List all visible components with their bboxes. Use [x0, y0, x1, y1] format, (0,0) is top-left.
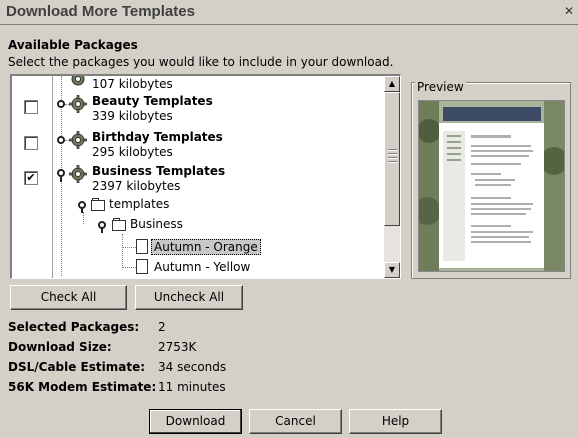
scroll-up-icon[interactable]: ▲	[384, 76, 400, 92]
download-size-label: Download Size:	[8, 340, 112, 354]
tree-line	[122, 234, 123, 268]
folder-icon	[112, 220, 126, 231]
package-size-birthday: 295 kilobytes	[92, 145, 173, 159]
gear-icon	[69, 95, 87, 113]
download-size-value: 2753K	[158, 340, 197, 354]
expand-pin-icon[interactable]	[57, 100, 65, 108]
cancel-button[interactable]: Cancel	[249, 409, 342, 434]
instruction-text: Select the packages you would like to in…	[8, 55, 394, 69]
folder-icon	[91, 200, 105, 211]
document-icon	[136, 239, 148, 254]
vertical-scrollbar[interactable]: ▲ ▼	[384, 76, 400, 278]
gear-icon	[71, 76, 85, 86]
checkbox-business[interactable]: ✔	[24, 171, 38, 185]
preview-label: Preview	[415, 80, 466, 94]
modem-estimate-value: 11 minutes	[158, 380, 226, 394]
folder-label-business: Business	[130, 217, 183, 231]
gear-icon	[69, 131, 87, 149]
package-size-business: 2397 kilobytes	[92, 179, 181, 193]
tree-connector	[122, 267, 136, 268]
help-button[interactable]: Help	[349, 409, 442, 434]
tree-line	[83, 212, 84, 224]
tree-connector	[122, 247, 136, 248]
uncheck-all-button[interactable]: Uncheck All	[135, 285, 243, 310]
checkbox-beauty[interactable]	[24, 100, 38, 114]
close-icon[interactable]: ✕	[563, 5, 575, 17]
window-title: Download More Templates	[6, 3, 195, 20]
package-list[interactable]: ✔ 107 kilobytes Beauty Templates 339 kil…	[10, 74, 401, 279]
package-title-beauty: Beauty Templates	[92, 94, 213, 108]
checkbox-birthday[interactable]	[24, 136, 38, 150]
package-title-birthday: Birthday Templates	[92, 130, 223, 144]
dsl-estimate-value: 34 seconds	[158, 360, 227, 374]
package-size-beauty: 339 kilobytes	[92, 109, 173, 123]
template-item-autumn-orange[interactable]: Autumn - Orange	[151, 239, 261, 255]
document-icon	[136, 259, 148, 274]
download-button[interactable]: Download	[149, 409, 242, 434]
package-title-business: Business Templates	[92, 164, 226, 178]
grip-icon	[388, 149, 397, 163]
pin-stem	[60, 176, 62, 182]
dsl-estimate-label: DSL/Cable Estimate:	[8, 360, 146, 374]
download-templates-dialog: Download More Templates ✕ Available Pack…	[0, 0, 578, 438]
scroll-thumb[interactable]	[384, 92, 400, 226]
modem-estimate-label: 56K Modem Estimate:	[8, 380, 157, 394]
section-heading: Available Packages	[8, 38, 138, 52]
expand-pin-icon[interactable]	[57, 136, 65, 144]
folder-label-templates: templates	[109, 197, 170, 211]
template-item-autumn-yellow[interactable]: Autumn - Yellow	[154, 260, 250, 274]
pin-stem	[101, 228, 103, 233]
selected-packages-value: 2	[158, 320, 166, 334]
preview-thumbnail	[419, 101, 564, 271]
package-size: 107 kilobytes	[92, 77, 173, 91]
gear-icon	[69, 165, 87, 183]
template-preview-image	[418, 100, 565, 272]
check-all-button[interactable]: Check All	[10, 285, 127, 310]
title-bar: Download More Templates ✕	[0, 0, 578, 25]
scroll-down-icon[interactable]: ▼	[384, 262, 400, 278]
selected-packages-label: Selected Packages:	[8, 320, 140, 334]
